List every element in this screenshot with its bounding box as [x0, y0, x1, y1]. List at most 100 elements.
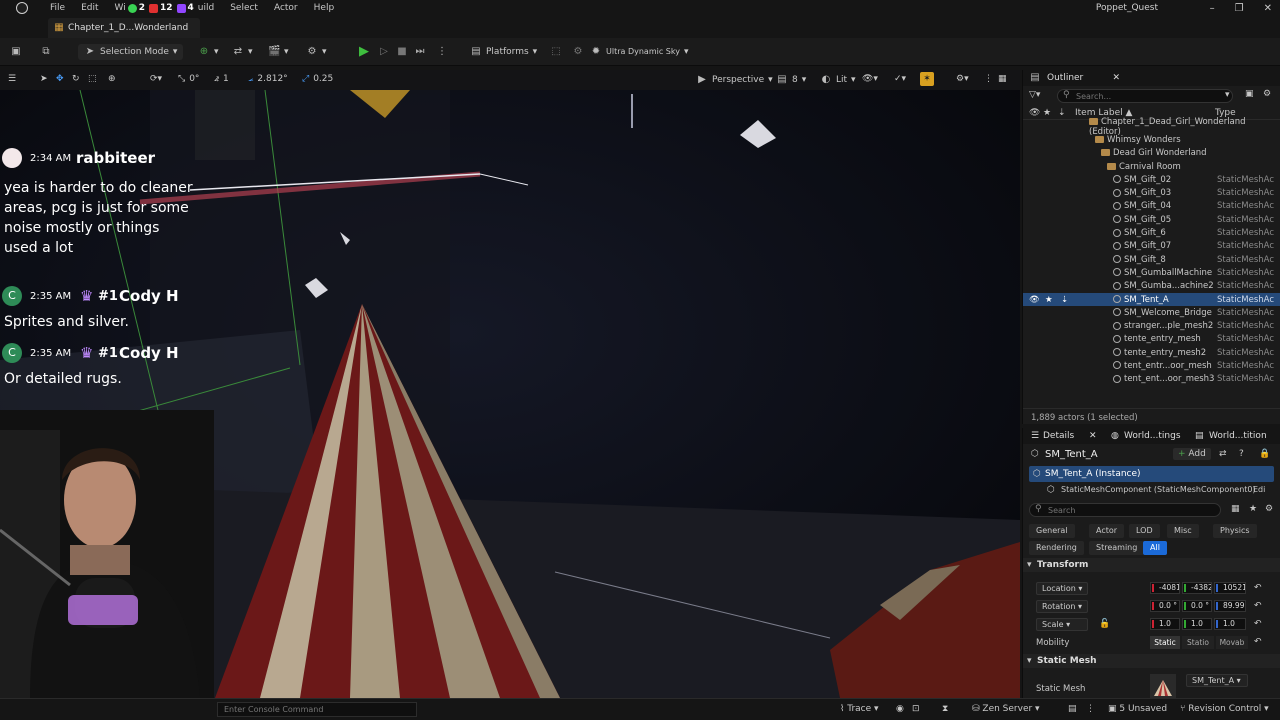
visibility-eye-icon[interactable]: 👁 [1029, 295, 1040, 305]
category-lod[interactable]: LOD [1129, 524, 1160, 538]
close-details-icon[interactable]: ✕ [1089, 431, 1097, 441]
outliner-row[interactable]: SM_Gift_05 StaticMeshAc [1023, 213, 1280, 226]
add-component-button[interactable]: + Add [1173, 448, 1211, 460]
menu-select[interactable]: Select [222, 3, 266, 13]
outliner-settings-icon[interactable]: ⚙ [1263, 89, 1271, 99]
table-view-icon[interactable]: ▦ [1231, 504, 1240, 514]
maximize-icon[interactable]: ❐ [1235, 3, 1244, 14]
tab-world-partition[interactable]: World...tition [1209, 431, 1267, 441]
blueprint-icon[interactable]: ⇄ [1219, 449, 1227, 459]
layout-icon[interactable]: ▦ [998, 74, 1007, 84]
viewport-more-icon[interactable]: ⋮ [984, 74, 993, 84]
outliner-row[interactable]: 👁 ★ ⇣ SM_Tent_A StaticMeshAc [1023, 292, 1280, 307]
rotation-dropdown[interactable]: Rotation ▾ [1036, 600, 1088, 613]
lock-icon[interactable]: 🔒 [1259, 449, 1270, 459]
location-y[interactable]: -43826 [1182, 582, 1212, 594]
save-icon[interactable]: ▣ [10, 46, 22, 58]
category-all[interactable]: All [1143, 541, 1167, 555]
console-command-input[interactable] [217, 702, 417, 717]
outliner-row[interactable]: SM_Gift_04 StaticMeshAc [1023, 200, 1280, 213]
reset-mobility-icon[interactable]: ↶ [1254, 637, 1262, 647]
platforms-dropdown[interactable]: ▤ Platforms ▾ [470, 46, 537, 58]
reset-location-icon[interactable]: ↶ [1254, 583, 1262, 593]
menu-edit[interactable]: Edit [73, 3, 106, 13]
revision-control-button[interactable]: ⑂ Revision Control ▾ [1180, 704, 1269, 714]
status-more-icon[interactable]: ⋮ [1086, 704, 1095, 714]
scale-y[interactable]: 1.0 [1182, 618, 1212, 630]
content-browser-icon[interactable]: ⧉ [40, 46, 52, 58]
outliner-row[interactable]: SM_GumballMachine StaticMeshAc [1023, 266, 1280, 279]
rotation-snap-toggle[interactable]: ⦟ 2.812° [248, 74, 288, 84]
settings-dropdown[interactable]: ⚙ ▾ [306, 46, 327, 58]
details-settings-icon[interactable]: ⚙ [1265, 504, 1273, 514]
static-mesh-section[interactable]: ▾ Static Mesh [1023, 654, 1280, 668]
performance-dropdown[interactable]: ✓▾ [894, 74, 906, 84]
category-streaming[interactable]: Streaming [1089, 541, 1145, 555]
category-misc[interactable]: Misc [1167, 524, 1199, 538]
scale-snap-toggle[interactable]: ⤢ 0.25 [302, 74, 333, 84]
notifications-icon[interactable]: ▤ [1068, 704, 1077, 714]
outliner-row[interactable]: tent_entr...oor_mesh StaticMeshAc [1023, 359, 1280, 372]
stat-icon[interactable]: ⊡ [912, 704, 920, 714]
category-physics[interactable]: Physics [1213, 524, 1257, 538]
category-actor[interactable]: Actor [1089, 524, 1125, 538]
outliner-row[interactable]: SM_Gift_07 StaticMeshAc [1023, 240, 1280, 253]
view-mode-dropdown[interactable]: ◐ Lit ▾ [820, 74, 856, 86]
filter-icon[interactable]: ▽▾ [1029, 90, 1040, 100]
star-column-icon[interactable]: ★ [1043, 108, 1051, 118]
tab-details[interactable]: Details [1043, 431, 1074, 441]
reset-rotation-icon[interactable]: ↶ [1254, 601, 1262, 611]
outliner-row[interactable]: tente_entry_mesh2 StaticMeshAc [1023, 346, 1280, 359]
translate-tool-icon[interactable]: ✥ [56, 74, 64, 84]
outliner-folder-row[interactable]: Whimsy Wonders [1023, 133, 1280, 146]
instance-row[interactable]: ⬡ SM_Tent_A (Instance) [1029, 466, 1274, 482]
record-icon[interactable]: ◉ [896, 704, 904, 714]
rotation-z[interactable]: 89.999 [1214, 600, 1246, 612]
outliner-row[interactable]: stranger...ple_mesh2 StaticMeshAc [1023, 319, 1280, 332]
outliner-row[interactable]: tent_ent...oor_mesh3 StaticMeshAc [1023, 373, 1280, 386]
pin-column-icon[interactable]: ⇣ [1058, 108, 1066, 118]
world-local-icon[interactable]: ⊕ [108, 74, 116, 84]
surface-snap-icon[interactable]: ⟳▾ [150, 74, 162, 84]
add-actor-button[interactable]: ⊕ ▾ [198, 46, 219, 58]
location-x[interactable]: -40815 [1150, 582, 1180, 594]
realtime-toggle-icon[interactable]: ✶ [920, 72, 934, 86]
details-search-input[interactable] [1029, 503, 1221, 517]
edit-component-link[interactable]: Edi [1253, 485, 1265, 494]
scale-dropdown[interactable]: Scale ▾ [1036, 618, 1088, 631]
source-control-icon[interactable]: ⬚ [550, 46, 562, 58]
eject-icon[interactable]: ⏭ [414, 46, 426, 58]
rotate-tool-icon[interactable]: ↻ [72, 74, 80, 84]
more-options-icon[interactable]: ⋮ [436, 46, 448, 58]
transform-section[interactable]: ▾ Transform [1023, 558, 1280, 572]
category-rendering[interactable]: Rendering [1029, 541, 1084, 555]
level-tab[interactable]: ▦ Chapter_1_D...Wonderland [48, 18, 200, 38]
play-button[interactable]: ▶ [358, 45, 370, 58]
outliner-tab[interactable]: ▤ Outliner ✕ [1023, 70, 1280, 86]
viewport-options-icon[interactable]: ☰ [8, 74, 16, 84]
outliner-row[interactable]: SM_Gumba...achine2 StaticMeshAc [1023, 280, 1280, 293]
stop-icon[interactable]: ■ [396, 46, 408, 58]
unsaved-button[interactable]: ▣ 5 Unsaved [1108, 704, 1167, 714]
unreal-logo-icon[interactable] [12, 0, 32, 16]
outliner-row[interactable]: tente_entry_mesh StaticMeshAc [1023, 333, 1280, 346]
mobility-static[interactable]: Static [1150, 636, 1180, 649]
component-row[interactable]: ⬡ StaticMeshComponent (StaticMeshCompone… [1023, 482, 1280, 498]
gear-icon[interactable]: ⚙ [572, 46, 584, 58]
show-flags-dropdown[interactable]: 👁▾ [862, 74, 878, 84]
mobility-movable[interactable]: Movab [1216, 636, 1248, 649]
blueprint-button[interactable]: ⇄ ▾ [232, 46, 253, 58]
reset-scale-icon[interactable]: ↶ [1254, 619, 1262, 629]
actor-name[interactable]: SM_Tent_A [1045, 449, 1098, 460]
outliner-row[interactable]: SM_Gift_6 StaticMeshAc [1023, 226, 1280, 239]
trace-dropdown[interactable]: ⌇ Trace ▾ [840, 704, 879, 714]
grid-snap-toggle[interactable]: ⤡ 0° [178, 74, 199, 84]
outliner-folder-row[interactable]: Chapter_1_Dead_Girl_Wonderland (Editor) [1023, 117, 1280, 137]
outliner-search-input[interactable] [1057, 89, 1233, 103]
menu-build[interactable]: uild [198, 3, 222, 13]
favorite-star-icon[interactable]: ★ [1249, 504, 1257, 514]
perspective-dropdown[interactable]: ▶ Perspective ▾ [696, 74, 773, 86]
add-folder-icon[interactable]: ▣ [1245, 89, 1254, 99]
selection-mode-dropdown[interactable]: ➤ Selection Mode ▾ [78, 43, 184, 60]
menu-help[interactable]: Help [306, 3, 343, 13]
